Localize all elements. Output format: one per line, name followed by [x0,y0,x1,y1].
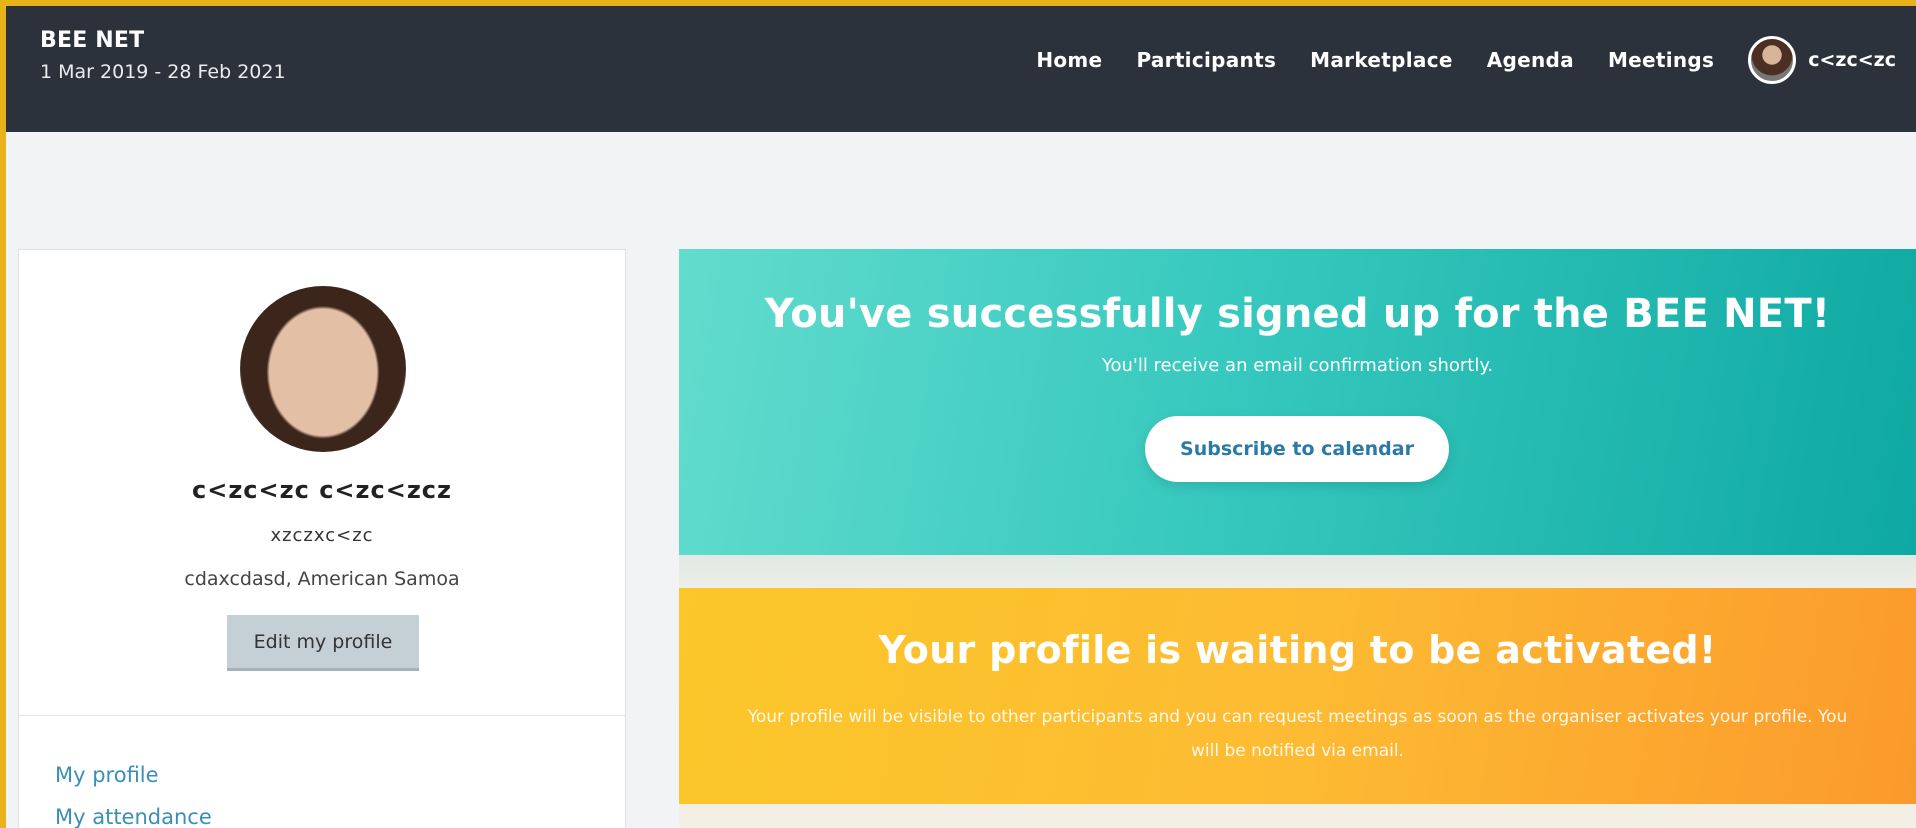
signup-success-banner: You've successfully signed up for the BE… [679,249,1916,555]
user-menu[interactable]: c<zc<zc [1748,36,1896,84]
profile-location: cdaxcdasd, American Samoa [184,568,460,590]
app-frame: BEE NET 1 Mar 2019 - 28 Feb 2021 Home Pa… [0,0,1916,828]
event-brand: BEE NET 1 Mar 2019 - 28 Feb 2021 [40,28,286,83]
activation-title: Your profile is waiting to be activated! [878,628,1717,672]
activation-pending-banner: Your profile is waiting to be activated!… [679,588,1916,804]
nav-home[interactable]: Home [1036,48,1102,72]
banner-gap [679,555,1916,588]
edit-profile-button[interactable]: Edit my profile [227,615,419,671]
subscribe-calendar-button[interactable]: Subscribe to calendar [1145,416,1449,482]
activation-text: Your profile will be visible to other pa… [747,707,1848,761]
success-subtitle: You'll receive an email confirmation sho… [1101,355,1494,376]
nav-agenda[interactable]: Agenda [1487,48,1574,72]
top-navbar: BEE NET 1 Mar 2019 - 28 Feb 2021 Home Pa… [6,6,1916,132]
profile-organisation: xzczxc<zc [270,525,374,546]
user-avatar[interactable] [1748,36,1797,84]
card-divider [19,715,625,716]
content-bottom [679,804,1916,828]
user-name[interactable]: c<zc<zc [1808,49,1896,71]
profile-card: c<zc<zc c<zc<zcz xzczxc<zc cdaxcdasd, Am… [18,249,626,828]
nav-meetings[interactable]: Meetings [1608,48,1714,72]
success-title: You've successfully signed up for the BE… [764,291,1831,337]
profile-links: My profile My attendance [55,763,212,828]
link-my-attendance[interactable]: My attendance [55,805,212,828]
nav-participants[interactable]: Participants [1136,48,1276,72]
profile-full-name: c<zc<zc c<zc<zcz [192,476,452,504]
link-my-profile[interactable]: My profile [55,763,212,787]
main-nav: Home Participants Marketplace Agenda Mee… [1036,36,1896,84]
event-dates: 1 Mar 2019 - 28 Feb 2021 [40,61,286,83]
nav-marketplace[interactable]: Marketplace [1310,48,1453,72]
event-title[interactable]: BEE NET [40,28,286,53]
profile-avatar [240,286,406,452]
